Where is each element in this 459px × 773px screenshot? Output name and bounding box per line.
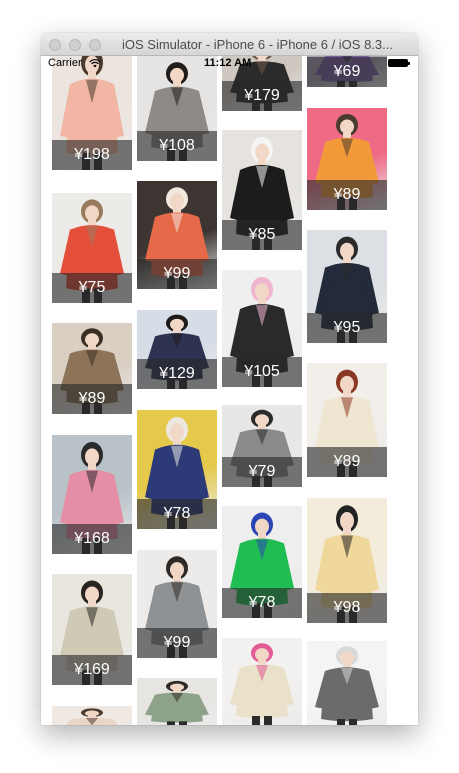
product-card[interactable]: ¥79 [222, 405, 302, 487]
product-photo [137, 678, 217, 725]
price-label: ¥89 [307, 180, 387, 210]
product-card[interactable] [52, 706, 132, 725]
status-time: 11:12 AM [204, 57, 252, 69]
product-card[interactable] [307, 641, 387, 725]
zoom-window-button[interactable] [89, 39, 101, 51]
wifi-icon [89, 59, 101, 68]
product-card[interactable]: ¥198 [52, 56, 132, 170]
price-label: ¥129 [137, 359, 217, 389]
price-label: ¥89 [307, 447, 387, 477]
price-label: ¥89 [52, 384, 132, 414]
price-label: ¥198 [52, 140, 132, 170]
carrier-label: Carrier [48, 57, 82, 69]
price-label: ¥78 [222, 588, 302, 618]
product-card[interactable]: ¥98 [307, 498, 387, 623]
price-label: ¥169 [52, 655, 132, 685]
product-card[interactable] [137, 678, 217, 725]
price-label: ¥99 [137, 259, 217, 289]
price-label: ¥105 [222, 357, 302, 387]
status-bar: Carrier 11:12 AM [41, 56, 418, 70]
product-card[interactable]: ¥108 [137, 56, 217, 161]
product-card[interactable]: ¥89 [307, 363, 387, 477]
product-card[interactable]: ¥99 [137, 181, 217, 289]
model-figure [230, 643, 294, 725]
price-label: ¥79 [222, 457, 302, 487]
price-label: ¥95 [307, 313, 387, 343]
model-figure [145, 680, 209, 725]
window-titlebar: iOS Simulator - iPhone 6 - iPhone 6 / iO… [41, 33, 418, 56]
model-figure [66, 708, 118, 725]
price-label: ¥99 [137, 628, 217, 658]
price-label: ¥85 [222, 220, 302, 250]
price-label: ¥179 [222, 81, 302, 111]
window-title: iOS Simulator - iPhone 6 - iPhone 6 / iO… [122, 37, 393, 52]
price-label: ¥78 [137, 499, 217, 529]
device-screen: Carrier 11:12 AM ¥198 ¥75 ¥89 ¥168 ¥169 ¥108 ¥… [41, 56, 418, 725]
product-card[interactable]: ¥89 [307, 108, 387, 210]
product-card[interactable]: ¥99 [137, 550, 217, 658]
product-card[interactable]: ¥78 [137, 410, 217, 529]
battery-icon [388, 59, 410, 67]
product-card[interactable]: ¥168 [52, 435, 132, 554]
product-card[interactable] [222, 638, 302, 725]
product-card[interactable]: ¥89 [52, 323, 132, 414]
product-photo [307, 641, 387, 725]
product-card[interactable]: ¥95 [307, 230, 387, 343]
product-card[interactable]: ¥105 [222, 270, 302, 387]
close-window-button[interactable] [49, 39, 61, 51]
product-card[interactable]: ¥129 [137, 310, 217, 389]
price-label: ¥98 [307, 593, 387, 623]
product-photo [222, 638, 302, 725]
product-card[interactable]: ¥169 [52, 574, 132, 685]
product-card[interactable]: ¥78 [222, 506, 302, 618]
price-label: ¥108 [137, 131, 217, 161]
simulator-window: iOS Simulator - iPhone 6 - iPhone 6 / iO… [41, 33, 418, 725]
price-label: ¥75 [52, 273, 132, 303]
model-figure [315, 646, 379, 725]
price-label: ¥168 [52, 524, 132, 554]
product-photo [52, 706, 132, 725]
product-card[interactable]: ¥75 [52, 193, 132, 303]
minimize-window-button[interactable] [69, 39, 81, 51]
product-card[interactable]: ¥85 [222, 130, 302, 250]
